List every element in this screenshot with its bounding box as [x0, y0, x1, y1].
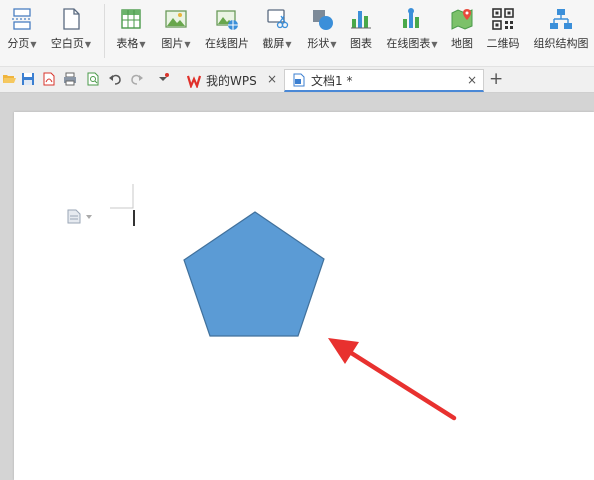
- picture-label: 图片: [161, 37, 184, 50]
- chart-label: 图表: [350, 37, 372, 50]
- ribbon-separator: [104, 4, 105, 58]
- save-icon[interactable]: [21, 72, 35, 86]
- undo-icon[interactable]: [108, 72, 122, 86]
- online-chart-icon: [403, 8, 419, 28]
- org-chart-button[interactable]: 组织结构图: [528, 0, 594, 60]
- insert-ribbon: 分页▼ 空白页▼ 表格▼ 图片▼ 在线图片 截屏▼ 形状▼ 图表 在线图表▼ 地…: [0, 0, 594, 67]
- new-tab-button[interactable]: +: [489, 68, 503, 90]
- document-icon: [293, 73, 305, 87]
- chevron-down-icon: ▼: [330, 40, 337, 49]
- page-break-button[interactable]: 分页▼: [2, 0, 42, 60]
- online-picture-button[interactable]: 在线图片: [200, 0, 254, 60]
- blank-page-icon: [63, 8, 80, 30]
- redo-icon[interactable]: [130, 72, 144, 86]
- chart-button[interactable]: 图表: [345, 0, 377, 60]
- tab-my-wps-label: 我的WPS: [206, 74, 257, 88]
- org-chart-icon: [550, 9, 572, 29]
- map-icon: [451, 9, 473, 30]
- chevron-down-icon: ▼: [30, 40, 37, 49]
- chevron-down-icon: ▼: [184, 40, 191, 49]
- close-icon[interactable]: ×: [267, 72, 277, 86]
- map-button[interactable]: 地图: [447, 0, 477, 60]
- map-label: 地图: [451, 37, 473, 50]
- picture-button[interactable]: 图片▼: [157, 0, 195, 60]
- quick-access-dropdown-icon[interactable]: [157, 72, 169, 86]
- document-tab-bar: 我的WPS × 文档1 * ×: [0, 67, 594, 93]
- wps-logo-icon: [187, 75, 201, 88]
- document-page[interactable]: [14, 112, 594, 480]
- print-icon[interactable]: [63, 72, 77, 86]
- online-picture-label: 在线图片: [205, 37, 249, 50]
- online-chart-label: 在线图表: [386, 37, 431, 50]
- close-icon[interactable]: ×: [467, 73, 477, 87]
- chart-icon: [351, 11, 371, 29]
- table-icon: [121, 9, 141, 29]
- screenshot-label: 截屏: [262, 37, 285, 50]
- screenshot-button[interactable]: 截屏▼: [258, 0, 296, 60]
- open-folder-icon[interactable]: [2, 72, 16, 86]
- page-break-icon: [12, 8, 32, 30]
- qrcode-label: 二维码: [486, 37, 520, 50]
- shapes-label: 形状: [307, 37, 330, 50]
- tab-document1[interactable]: 文档1 * ×: [284, 69, 484, 92]
- chevron-down-icon: ▼: [84, 40, 92, 49]
- screenshot-icon: [267, 9, 289, 29]
- tab-document1-label: 文档1 *: [311, 73, 353, 88]
- table-label: 表格: [116, 37, 139, 50]
- export-pdf-icon[interactable]: [42, 72, 56, 86]
- shapes-icon: [313, 10, 333, 30]
- online-chart-button[interactable]: 在线图表▼: [381, 0, 443, 60]
- online-picture-icon: [216, 10, 238, 30]
- blank-page-label: 空白页: [50, 37, 84, 50]
- blank-page-button[interactable]: 空白页▼: [46, 0, 96, 60]
- page-break-label: 分页: [7, 37, 30, 50]
- org-chart-label: 组织结构图: [533, 37, 589, 50]
- table-button[interactable]: 表格▼: [112, 0, 150, 60]
- qrcode-icon: [492, 8, 514, 30]
- shapes-button[interactable]: 形状▼: [303, 0, 341, 60]
- chevron-down-icon: ▼: [285, 40, 292, 49]
- chevron-down-icon: ▼: [431, 40, 438, 49]
- print-preview-icon[interactable]: [86, 72, 100, 86]
- picture-icon: [165, 10, 187, 28]
- chevron-down-icon: ▼: [139, 40, 146, 49]
- qrcode-button[interactable]: 二维码: [482, 0, 524, 60]
- tab-my-wps[interactable]: 我的WPS ×: [180, 69, 283, 92]
